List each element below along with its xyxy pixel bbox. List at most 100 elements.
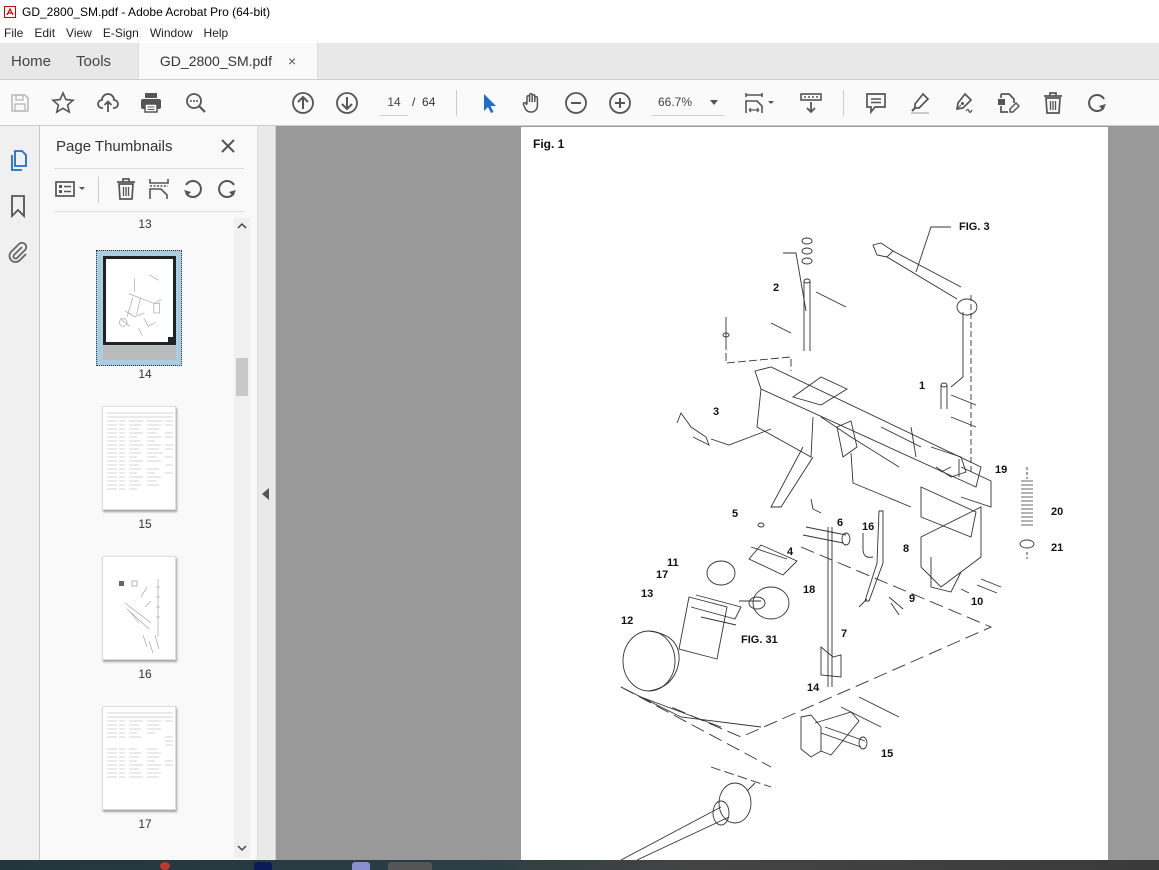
- close-panel-icon[interactable]: [218, 136, 238, 156]
- thumbnail-page-16[interactable]: [102, 556, 176, 660]
- thumbnail-scrollbar[interactable]: [234, 218, 250, 858]
- menu-edit[interactable]: Edit: [30, 26, 62, 40]
- thumbnail-page-14[interactable]: [96, 250, 182, 366]
- menu-view[interactable]: View: [62, 26, 99, 40]
- callout-13: 13: [641, 588, 653, 600]
- select-arrow-icon[interactable]: [477, 91, 501, 115]
- toolbar-divider: [456, 90, 457, 116]
- bookmarks-icon[interactable]: [6, 194, 30, 219]
- callout-15: 15: [881, 748, 893, 760]
- callout-6: 6: [837, 517, 843, 529]
- callout-5: 5: [732, 508, 738, 520]
- callout-7: 7: [841, 628, 847, 640]
- menu-file[interactable]: File: [0, 26, 30, 40]
- menu-window[interactable]: Window: [146, 26, 200, 40]
- comment-icon[interactable]: [864, 91, 888, 115]
- thumbnail-label: 13: [138, 217, 152, 231]
- thumbnail-viewport-overlay: [103, 346, 176, 360]
- callout-3: 3: [713, 406, 719, 418]
- scroll-down-icon[interactable]: [237, 844, 247, 852]
- toolbar-divider: [843, 90, 844, 116]
- hand-tool-icon[interactable]: [520, 91, 544, 115]
- tab-home[interactable]: Home: [0, 43, 62, 79]
- zoom-in-icon[interactable]: [608, 91, 632, 115]
- delete-icon[interactable]: [1041, 91, 1065, 115]
- resize-handle[interactable]: [168, 337, 175, 344]
- callout-20: 20: [1051, 506, 1063, 518]
- scroll-mode-icon[interactable]: [799, 91, 823, 115]
- thumbnail-table: [107, 712, 173, 778]
- page-separator: /: [412, 95, 416, 109]
- scrollbar-thumb[interactable]: [236, 358, 248, 396]
- page-thumbnails-icon[interactable]: [6, 148, 30, 172]
- options-menu-icon[interactable]: [54, 177, 92, 201]
- divider: [54, 168, 244, 169]
- zoom-out-icon[interactable]: [564, 91, 588, 115]
- navigation-rail: [0, 126, 47, 860]
- search-zoom-icon[interactable]: [184, 91, 208, 115]
- rotate-icon[interactable]: [1085, 91, 1109, 115]
- delete-pages-icon[interactable]: [114, 177, 138, 201]
- callout-17: 17: [656, 569, 668, 581]
- next-page-icon[interactable]: [335, 91, 359, 115]
- thumbnail-label: 14: [138, 367, 152, 381]
- page-number-input[interactable]: 14: [380, 92, 408, 116]
- callout-2: 2: [773, 282, 779, 294]
- fit-page-icon[interactable]: [744, 91, 778, 115]
- print-icon[interactable]: [139, 91, 163, 115]
- thumbnail-drawing: [119, 274, 162, 337]
- upload-cloud-icon[interactable]: [96, 91, 120, 115]
- callout-19: 19: [995, 464, 1007, 476]
- save-icon[interactable]: [8, 91, 32, 115]
- scroll-up-icon[interactable]: [237, 222, 247, 230]
- panel-title: Page Thumbnails: [56, 138, 173, 155]
- chevron-down-icon: [710, 100, 718, 105]
- highlight-icon[interactable]: [908, 91, 932, 115]
- thumbnail-table: [107, 412, 173, 490]
- attachments-icon[interactable]: [6, 240, 30, 264]
- collapse-panel-icon[interactable]: [262, 488, 269, 500]
- taskbar-app-icon[interactable]: [254, 862, 272, 870]
- os-taskbar: [0, 860, 1159, 870]
- rotate-cw-icon[interactable]: [215, 177, 239, 201]
- zoom-level-value: 66.7%: [658, 95, 693, 109]
- callout-12: 12: [621, 615, 633, 627]
- toolbar-divider: [98, 177, 99, 203]
- callout-4: 4: [787, 546, 794, 558]
- callout-14: 14: [807, 682, 820, 694]
- document-viewport[interactable]: Fig. 1 FIG. 3 2 1 3 19 20 21 5 6 16 4 8 …: [277, 126, 1159, 860]
- tab-tools[interactable]: Tools: [62, 43, 122, 79]
- taskbar-app-icon[interactable]: [160, 862, 170, 870]
- callout-18: 18: [803, 584, 815, 596]
- panel-splitter[interactable]: [258, 126, 276, 860]
- rotate-ccw-icon[interactable]: [181, 177, 205, 201]
- tab-document[interactable]: GD_2800_SM.pdf ×: [138, 43, 319, 79]
- thumbnail-page-17[interactable]: [102, 706, 176, 810]
- thumbnail-page-15[interactable]: [102, 406, 176, 510]
- page-total: / 64: [412, 95, 435, 109]
- acrobat-icon: [4, 5, 16, 18]
- previous-page-icon[interactable]: [291, 91, 315, 115]
- bookmark-star-icon[interactable]: [51, 91, 75, 115]
- callout-1: 1: [919, 380, 925, 392]
- callout-21: 21: [1051, 542, 1063, 554]
- taskbar-app-icon[interactable]: [352, 862, 370, 870]
- window-title: GD_2800_SM.pdf - Adobe Acrobat Pro (64-b…: [22, 4, 271, 19]
- exploded-parts-diagram: FIG. 3 2 1 3 19 20 21 5 6 16 4 8 11 17 1…: [620, 221, 1063, 860]
- menu-help[interactable]: Help: [200, 26, 236, 40]
- edit-pdf-icon[interactable]: [996, 91, 1020, 115]
- thumbnail-list: 13 14 15 16 17: [54, 212, 236, 860]
- close-tab-icon[interactable]: ×: [288, 53, 296, 69]
- thumbnail-drawing: [119, 579, 160, 654]
- taskbar-acrobat-active[interactable]: [388, 862, 432, 870]
- menu-esign[interactable]: E-Sign: [99, 26, 146, 40]
- insert-pages-icon[interactable]: [147, 177, 171, 201]
- callout-11: 11: [667, 557, 679, 569]
- zoom-level-dropdown[interactable]: 66.7%: [652, 92, 724, 116]
- callout-10: 10: [971, 596, 983, 608]
- tab-bar: Home Tools GD_2800_SM.pdf ×: [0, 43, 1159, 80]
- tab-document-label: GD_2800_SM.pdf: [159, 53, 272, 69]
- total-pages: 64: [422, 95, 436, 109]
- sign-icon[interactable]: [952, 91, 976, 115]
- page-thumbnails-panel: Page Thumbnails 13 14 15 16 17: [40, 126, 258, 860]
